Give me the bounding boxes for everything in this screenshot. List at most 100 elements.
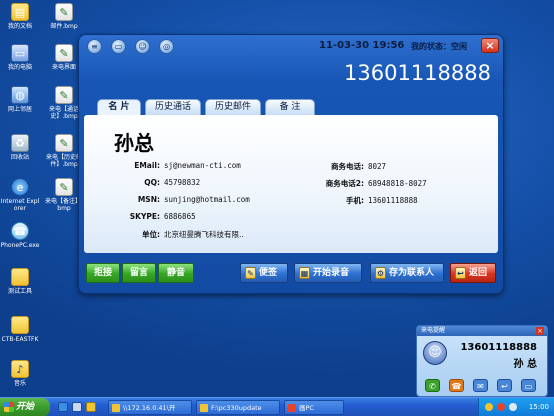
message-icon[interactable]: ✉ xyxy=(473,379,488,392)
desktop-icon-label: 我的文档 xyxy=(7,23,32,30)
screen-icon[interactable]: ▭ xyxy=(521,379,536,392)
bmp-file-icon: ✎ xyxy=(55,134,73,152)
work-phone-row: 商务电话: 8027 xyxy=(306,161,386,172)
popup-title: 来电提醒 xyxy=(417,326,547,336)
bmp-file-icon: ✎ xyxy=(55,86,73,104)
tab-mail-history[interactable]: 历史邮件 xyxy=(205,99,261,115)
email-value: sj@newman-cti.com xyxy=(164,161,241,170)
reject-button[interactable]: 拒接 xyxy=(86,263,120,283)
desktop-icon-recycle-bin[interactable]: ♻ 回收站 xyxy=(0,134,40,161)
bmp-file-icon: ✎ xyxy=(55,3,73,21)
desktop-icon-ctb-eastfk[interactable]: CTB-EASTFK xyxy=(0,316,40,343)
start-label: 开始 xyxy=(16,402,35,412)
save-contact-icon: ⚙ xyxy=(375,267,386,279)
hangup-icon[interactable]: ☎ xyxy=(449,379,464,392)
save-contact-button[interactable]: ⚙ 存为联系人 xyxy=(370,263,444,283)
my-status[interactable]: 我的状态：空闲 xyxy=(411,41,467,52)
desktop-icon-label: 音乐 xyxy=(13,380,26,387)
quick-launch-ie-icon[interactable] xyxy=(58,402,68,412)
desktop-icon-label: 测试工具 xyxy=(7,288,32,295)
taskbar: 开始 \\172.16.0.41\开 F:\pc330update 画PC 15… xyxy=(0,397,554,416)
tray-security-icon[interactable] xyxy=(497,403,505,411)
answer-icon[interactable]: ✆ xyxy=(425,379,440,392)
popup-phone-number: 13601118888 xyxy=(460,342,537,353)
company-row: 单位: 北京纽曼腾飞科技有限.. xyxy=(114,229,244,240)
clock[interactable]: 15:00 xyxy=(529,398,549,416)
taskbar-item-paint[interactable]: 画PC xyxy=(284,400,344,415)
work-phone-label: 商务电话: xyxy=(331,162,364,171)
msn-value: sunjing@hotmail.com xyxy=(164,195,250,204)
back-button[interactable]: ↩ 返回 xyxy=(450,263,496,283)
desktop-icon-music[interactable]: ♪ 音乐 xyxy=(0,360,40,387)
folder-icon: ▤ xyxy=(11,3,29,21)
qq-row: QQ: 45798832 xyxy=(114,178,200,187)
desktop-icon-network[interactable]: ◍ 网上邻居 xyxy=(0,86,40,113)
work-phone2-value: 68948818-8027 xyxy=(368,179,427,188)
desktop-icon-label: 网上邻居 xyxy=(7,106,32,113)
task-label: \\172.16.0.41\开 xyxy=(123,404,176,412)
popup-caller-name: 孙 总 xyxy=(513,359,537,370)
internet-explorer-icon: e xyxy=(11,178,29,196)
start-recording-label: 开始录音 xyxy=(313,268,350,278)
desktop-icon-label: Internet Explorer xyxy=(0,198,40,212)
desktop-icon-mail-bmp[interactable]: ✎ 邮件.bmp xyxy=(44,3,84,30)
menu-icon[interactable]: ≡ xyxy=(87,39,102,54)
desktop-icon-test-tools[interactable]: 测试工具 xyxy=(0,268,40,295)
screen-icon[interactable]: ▭ xyxy=(111,39,126,54)
quick-launch-folder-icon[interactable] xyxy=(86,402,96,412)
start-recording-button[interactable]: ▦ 开始录音 xyxy=(294,263,362,283)
desktop-icon-label: 我的电脑 xyxy=(7,64,32,71)
voicemail-button[interactable]: 留言 xyxy=(122,263,156,283)
qq-value: 45798832 xyxy=(164,178,201,187)
msn-label: MSN: xyxy=(137,195,160,204)
tray-app-icon[interactable] xyxy=(485,403,493,411)
user-icon[interactable]: ☺ xyxy=(135,39,150,54)
record-icon: ▦ xyxy=(299,267,310,279)
folder-icon xyxy=(11,316,29,334)
paint-icon xyxy=(288,404,296,412)
computer-icon: ▭ xyxy=(11,44,29,62)
task-label: F:\pc330update xyxy=(211,404,262,412)
company-value: 北京纽曼腾飞科技有限.. xyxy=(164,230,244,239)
note-icon: ✎ xyxy=(245,267,256,279)
save-contact-label: 存为联系人 xyxy=(389,268,435,278)
popup-close-icon[interactable]: × xyxy=(536,327,544,335)
tray-volume-icon[interactable] xyxy=(509,403,517,411)
desktop-icon-my-computer[interactable]: ▭ 我的电脑 xyxy=(0,44,40,71)
back-icon: ↩ xyxy=(455,267,466,279)
note-button[interactable]: ✎ 便签 xyxy=(240,263,288,283)
desktop-icon-label: CTB-EASTFK xyxy=(1,336,39,343)
back-icon[interactable]: ↩ xyxy=(497,379,512,392)
close-button[interactable]: × xyxy=(481,38,499,53)
skype-value: 6886865 xyxy=(164,212,196,221)
folder-icon xyxy=(112,404,120,412)
quick-launch-desktop-icon[interactable] xyxy=(72,402,82,412)
qq-label: QQ: xyxy=(144,178,160,187)
mobile-value: 13601118888 xyxy=(368,196,418,205)
skype-label: SKYPE: xyxy=(129,212,160,221)
windows-logo-icon xyxy=(4,402,14,412)
desktop-icon-phonepc[interactable]: ☎ PhonePC.exe xyxy=(0,222,40,249)
back-button-label: 返回 xyxy=(469,268,488,278)
task-label: 画PC xyxy=(299,404,314,412)
work-phone2-row: 商务电话2: 68948818-8027 xyxy=(306,178,427,189)
incoming-call-window: ≡ ▭ ☺ ◎ 11-03-30 19:56 我的状态：空闲 × 1360111… xyxy=(78,34,504,294)
note-button-label: 便签 xyxy=(259,268,278,278)
desktop-icon-label: 回收站 xyxy=(10,154,29,161)
phonepc-app-icon: ☎ xyxy=(11,222,29,240)
mobile-row: 手机: 13601118888 xyxy=(306,195,418,206)
tab-call-history[interactable]: 历史通话 xyxy=(145,99,201,115)
email-label: EMail: xyxy=(134,161,160,170)
tab-notes[interactable]: 备 注 xyxy=(265,99,315,115)
taskbar-item-network-share[interactable]: \\172.16.0.41\开 xyxy=(108,400,192,415)
start-button[interactable]: 开始 xyxy=(0,398,50,416)
desktop-icon-my-documents[interactable]: ▤ 我的文档 xyxy=(0,3,40,30)
taskbar-item-pc330update[interactable]: F:\pc330update xyxy=(196,400,280,415)
tab-business-card[interactable]: 名 片 xyxy=(97,99,141,115)
desktop-icon-internet-explorer[interactable]: e Internet Explorer xyxy=(0,178,40,212)
call-datetime: 11-03-30 19:56 xyxy=(319,40,405,51)
mute-button[interactable]: 静音 xyxy=(158,263,194,283)
globe-icon[interactable]: ◎ xyxy=(159,39,174,54)
network-icon: ◍ xyxy=(11,86,29,104)
recycle-bin-icon: ♻ xyxy=(11,134,29,152)
